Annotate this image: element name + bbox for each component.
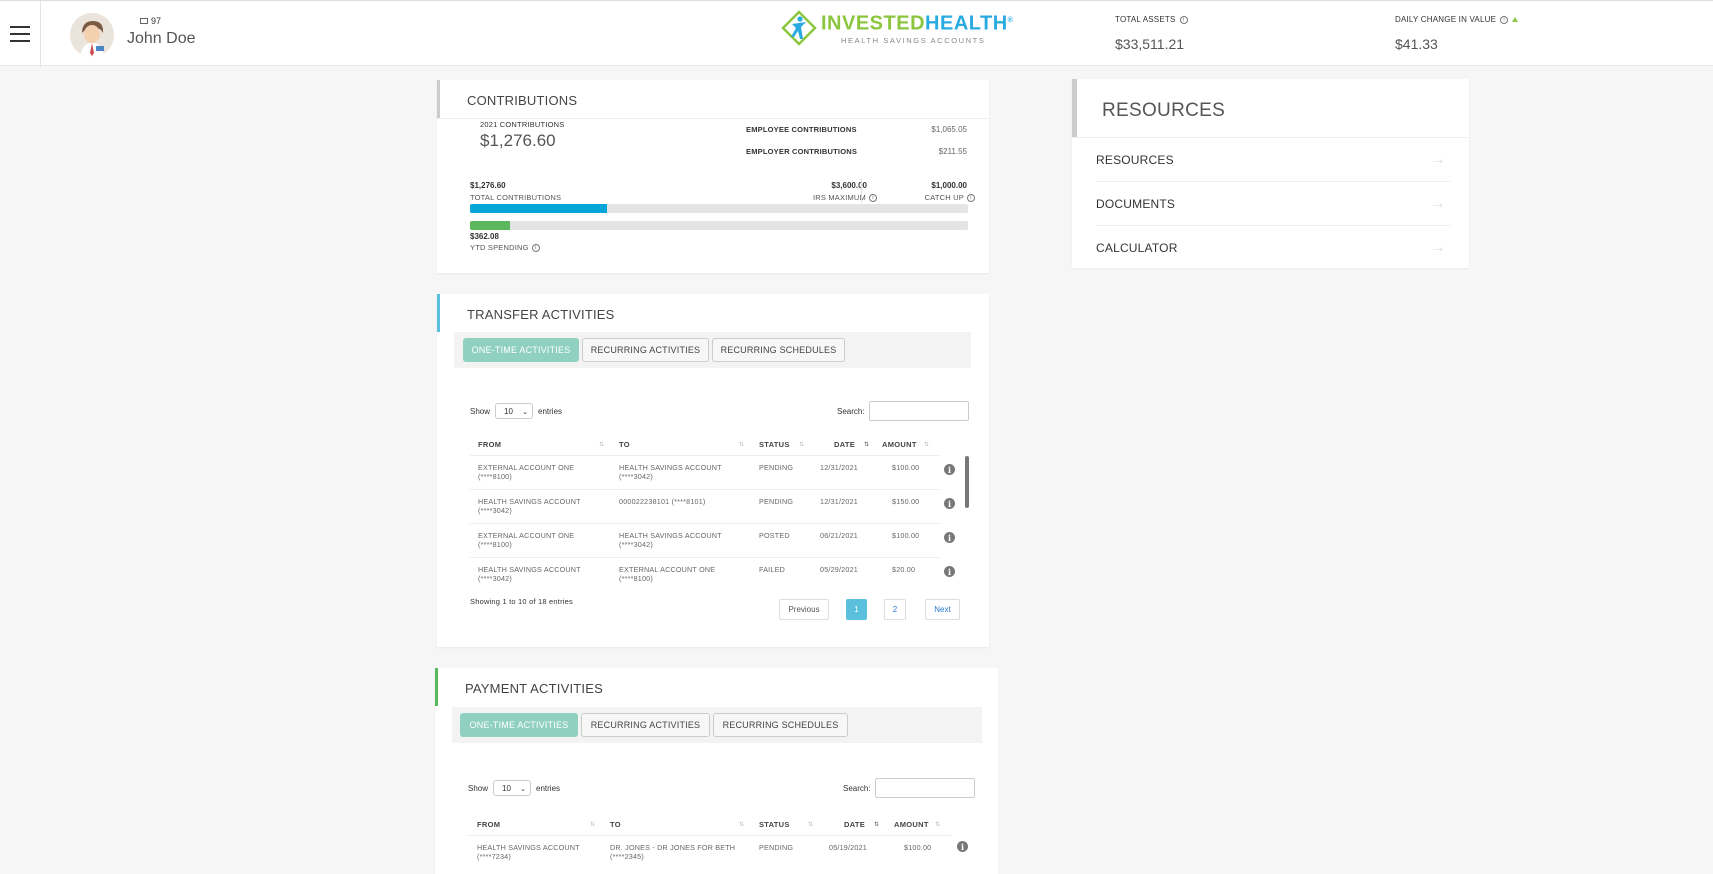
sort-icon[interactable]: ⇅: [808, 821, 813, 828]
divider: [861, 179, 862, 203]
chevron-down-icon: ⌄: [522, 409, 529, 416]
column-header-from[interactable]: FROM: [478, 440, 501, 449]
menu-icon[interactable]: [0, 1, 41, 67]
next-page-button[interactable]: Next: [925, 599, 960, 620]
sort-asc-icon[interactable]: ⇅: [874, 821, 879, 828]
column-header-from[interactable]: FROM: [477, 820, 500, 829]
tab-recurring-schedules[interactable]: RECURRING SCHEDULES: [713, 713, 848, 737]
user-name[interactable]: John Doe: [127, 30, 196, 48]
search: Search:: [837, 401, 969, 421]
tab-recurring-activities[interactable]: RECURRING ACTIVITIES: [582, 338, 709, 362]
entries-select[interactable]: 10 ⌄: [495, 403, 534, 419]
year-contributions-value: $1,276.60: [480, 131, 556, 150]
info-icon[interactable]: i: [944, 532, 955, 543]
card-accent: [437, 294, 440, 332]
arrow-right-icon: →: [1429, 194, 1446, 212]
column-header-date[interactable]: DATE: [844, 820, 865, 829]
divider: [437, 118, 989, 119]
tab-strip: ONE-TIME ACTIVITIES RECURRING ACTIVITIES…: [452, 707, 982, 743]
divider: [468, 835, 952, 836]
entries-selector: Show 10 ⌄ entries: [468, 780, 560, 796]
search-input[interactable]: [874, 778, 975, 798]
column-header-to[interactable]: TO: [610, 820, 621, 829]
top-bar: 97 John Doe INVESTEDHEALTH® HEALTH SAVIN…: [0, 0, 1713, 67]
info-icon[interactable]: i: [944, 464, 955, 475]
info-icon[interactable]: i: [967, 193, 975, 202]
search-input[interactable]: [868, 401, 969, 421]
divider: [470, 455, 940, 456]
sort-icon[interactable]: ⇅: [739, 441, 744, 448]
column-header-status[interactable]: STATUS: [759, 820, 790, 829]
divider: [470, 489, 940, 490]
sort-icon[interactable]: ⇅: [599, 441, 604, 448]
info-icon[interactable]: i: [944, 566, 955, 577]
spending-bar-fill: [470, 221, 510, 230]
info-icon[interactable]: i: [1179, 15, 1188, 24]
contributions-card: CONTRIBUTIONS 2021 CONTRIBUTIONS $1,276.…: [437, 80, 989, 273]
card-title: TRANSFER ACTIVITIES: [467, 307, 615, 322]
column-header-date[interactable]: DATE: [834, 440, 855, 449]
message-count[interactable]: 97: [140, 16, 161, 26]
column-header-amount[interactable]: AMOUNT: [882, 440, 917, 449]
info-icon[interactable]: i: [1500, 15, 1509, 24]
info-icon[interactable]: i: [531, 243, 540, 252]
tab-one-time-activities[interactable]: ONE-TIME ACTIVITIES: [463, 338, 579, 362]
spending-bar-track: [470, 221, 968, 230]
daily-change: DAILY CHANGE IN VALUE i $41.33: [1395, 15, 1519, 52]
page-2-button[interactable]: 2: [884, 599, 906, 620]
info-icon[interactable]: i: [869, 193, 877, 202]
sort-icon[interactable]: ⇅: [739, 821, 744, 828]
logo-mark-icon: [781, 10, 817, 46]
page-1-button[interactable]: 1: [846, 599, 867, 620]
sort-icon[interactable]: ⇅: [935, 821, 940, 828]
contribution-bar-fill: [470, 204, 608, 213]
tab-recurring-schedules[interactable]: RECURRING SCHEDULES: [712, 338, 845, 362]
divider: [470, 557, 940, 558]
calculator-link[interactable]: CALCULATOR →: [1096, 226, 1450, 270]
sort-icon[interactable]: ⇅: [924, 441, 929, 448]
previous-page-button[interactable]: Previous: [779, 599, 829, 620]
chevron-down-icon: ⌄: [520, 786, 527, 793]
divider: [470, 523, 940, 524]
arrow-right-icon: →: [1429, 239, 1446, 256]
card-title: PAYMENT ACTIVITIES: [465, 681, 603, 696]
column-header-to[interactable]: TO: [619, 440, 630, 449]
up-arrow-icon: [1512, 17, 1519, 22]
table-scrollbar[interactable]: [965, 456, 969, 508]
sort-asc-icon[interactable]: ⇅: [864, 441, 869, 448]
resources-card: RESOURCES RESOURCES → DOCUMENTS → CALCULAT…: [1072, 79, 1469, 268]
entries-selector: Show 10 ⌄ entries: [470, 403, 562, 419]
card-accent: [437, 80, 440, 118]
arrow-right-icon: →: [1429, 150, 1446, 168]
transfer-activities-card: TRANSFER ACTIVITIES ONE-TIME ACTIVITIES …: [437, 294, 989, 647]
entries-info: Showing 1 to 10 of 18 entries: [470, 597, 573, 606]
envelope-icon: [140, 18, 148, 24]
column-header-amount[interactable]: AMOUNT: [894, 820, 929, 829]
card-accent: [435, 668, 438, 706]
documents-link[interactable]: DOCUMENTS →: [1096, 182, 1450, 226]
tab-strip: ONE-TIME ACTIVITIES RECURRING ACTIVITIES…: [454, 332, 971, 368]
tab-one-time-activities[interactable]: ONE-TIME ACTIVITIES: [460, 713, 578, 737]
card-accent: [1072, 79, 1077, 137]
avatar[interactable]: [70, 13, 114, 57]
entries-select[interactable]: 10 ⌄: [493, 780, 532, 796]
card-title: CONTRIBUTIONS: [467, 93, 578, 108]
info-icon[interactable]: i: [944, 498, 955, 509]
sort-icon[interactable]: ⇅: [590, 821, 595, 828]
tab-recurring-activities[interactable]: RECURRING ACTIVITIES: [581, 713, 710, 737]
payment-activities-card: PAYMENT ACTIVITIES ONE-TIME ACTIVITIES R…: [435, 668, 998, 874]
contribution-bar-track: [470, 204, 968, 213]
total-assets: TOTAL ASSETS i $33,511.21: [1115, 15, 1188, 52]
column-header-status[interactable]: STATUS: [759, 440, 790, 449]
sort-icon[interactable]: ⇅: [799, 441, 804, 448]
card-title: RESOURCES: [1102, 100, 1226, 121]
search: Search:: [843, 778, 975, 798]
resources-link[interactable]: RESOURCES →: [1096, 138, 1450, 182]
info-icon[interactable]: i: [957, 841, 968, 852]
brand-logo[interactable]: INVESTEDHEALTH® HEALTH SAVINGS ACCOUNTS: [781, 8, 1013, 48]
